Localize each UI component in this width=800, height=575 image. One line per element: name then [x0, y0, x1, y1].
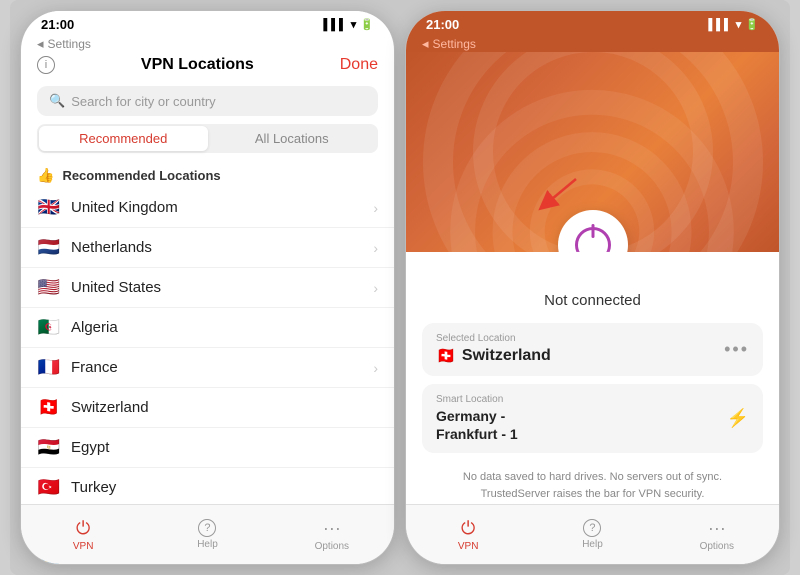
list-item[interactable]: 🇬🇧 United Kingdom ›: [21, 188, 394, 228]
right-back-label[interactable]: Settings: [433, 37, 476, 51]
thumb-icon: 👍: [37, 167, 54, 184]
flag-dz: 🇩🇿: [37, 317, 61, 338]
selected-location-label: Selected Location: [436, 333, 551, 344]
right-nav-vpn[interactable]: ⏻ VPN: [406, 518, 530, 552]
left-status-icons: ▌▌▌ ▾ 🔋: [323, 18, 374, 31]
right-options-nav-icon: ···: [708, 518, 726, 539]
right-nav-help-label: Help: [582, 539, 603, 550]
location-name-nl: Netherlands: [71, 239, 363, 256]
flag-ch: 🇨🇭: [37, 397, 61, 418]
right-nav-help[interactable]: ? Help: [530, 519, 654, 550]
nav-help-label: Help: [197, 539, 218, 550]
right-bottom-nav: ⏻ VPN ? Help ··· Options: [406, 504, 779, 564]
right-status-bar: 21:00 ▌▌▌ ▾ 🔋: [406, 11, 779, 34]
left-time: 21:00: [41, 17, 74, 32]
search-bar[interactable]: 🔍 Search for city or country: [37, 86, 378, 116]
top-background: [406, 52, 779, 252]
location-name-fr: France: [71, 359, 363, 376]
left-nav-title: VPN Locations: [141, 56, 254, 74]
selected-flag: 🇨🇭: [436, 346, 456, 366]
selected-location-card[interactable]: Selected Location 🇨🇭 Switzerland •••: [422, 323, 763, 376]
tab-all-locations[interactable]: All Locations: [208, 126, 377, 151]
flag-fr: 🇫🇷: [37, 357, 61, 378]
left-nav-done[interactable]: Done: [340, 56, 378, 74]
list-item[interactable]: 🇨🇭 Switzerland: [21, 388, 394, 428]
right-power-nav-icon: ⏻: [461, 518, 475, 539]
list-item[interactable]: 🇺🇸 United States ›: [21, 268, 394, 308]
nav-vpn-label: VPN: [73, 541, 94, 552]
location-name-us: United States: [71, 279, 363, 296]
power-nav-icon: ⏻: [76, 518, 90, 539]
list-item[interactable]: 🇩🇿 Algeria: [21, 308, 394, 348]
search-placeholder: Search for city or country: [71, 94, 216, 109]
left-info-icon[interactable]: i: [37, 56, 55, 74]
right-time: 21:00: [426, 17, 459, 32]
flag-tr: 🇹🇷: [37, 477, 61, 498]
left-nav-options[interactable]: ··· Options: [270, 518, 394, 552]
right-back-arrow: ◂: [422, 36, 429, 52]
flag-eg: 🇪🇬: [37, 437, 61, 458]
help-nav-icon: ?: [198, 519, 216, 537]
section-title: Recommended Locations: [62, 168, 220, 183]
list-item[interactable]: 🇹🇷 Turkey: [21, 468, 394, 508]
location-name-eg: Egypt: [71, 439, 378, 456]
flag-uk: 🇬🇧: [37, 197, 61, 218]
power-button[interactable]: [558, 210, 628, 252]
right-nav-options[interactable]: ··· Options: [655, 518, 779, 552]
chevron-us: ›: [373, 280, 378, 296]
left-phone: 21:00 ▌▌▌ ▾ 🔋 ◂ Settings i VPN Locations…: [20, 10, 395, 565]
options-nav-icon: ···: [323, 518, 341, 539]
power-icon: [575, 227, 611, 252]
list-item[interactable]: 🇫🇷 France ›: [21, 348, 394, 388]
flag-us: 🇺🇸: [37, 277, 61, 298]
selected-location-name: Switzerland: [462, 347, 551, 365]
connection-status: Not connected: [406, 292, 779, 309]
right-nav-vpn-label: VPN: [458, 541, 479, 552]
lightning-icon: ⚡: [727, 408, 749, 429]
location-name-ch: Switzerland: [71, 399, 378, 416]
security-text: No data saved to hard drives. No servers…: [422, 461, 763, 506]
list-item[interactable]: 🇪🇬 Egypt: [21, 428, 394, 468]
tab-recommended[interactable]: Recommended: [39, 126, 208, 151]
chevron-uk: ›: [373, 200, 378, 216]
location-name-tr: Turkey: [71, 479, 378, 496]
left-nav-vpn[interactable]: ⏻ VPN: [21, 518, 145, 552]
chevron-fr: ›: [373, 360, 378, 376]
left-back-arrow: ◂: [37, 36, 44, 52]
nav-options-label: Options: [315, 541, 349, 552]
more-options-button[interactable]: •••: [724, 339, 749, 360]
flag-nl: 🇳🇱: [37, 237, 61, 258]
smart-location-label: Smart Location: [436, 394, 518, 405]
location-name-uk: United Kingdom: [71, 199, 363, 216]
chevron-nl: ›: [373, 240, 378, 256]
right-nav-options-label: Options: [700, 541, 734, 552]
list-item[interactable]: 🇳🇱 Netherlands ›: [21, 228, 394, 268]
location-name-dz: Algeria: [71, 319, 378, 336]
search-icon: 🔍: [49, 93, 65, 109]
right-phone: 21:00 ▌▌▌ ▾ 🔋 ◂ Settings: [405, 10, 780, 565]
right-content: Selected Location 🇨🇭 Switzerland ••• Sma…: [406, 309, 779, 518]
left-back-label[interactable]: Settings: [48, 37, 91, 51]
right-help-nav-icon: ?: [583, 519, 601, 537]
left-nav-help[interactable]: ? Help: [145, 519, 269, 550]
tabs-container: Recommended All Locations: [37, 124, 378, 153]
left-status-bar: 21:00 ▌▌▌ ▾ 🔋: [21, 11, 394, 34]
left-bottom-nav: ⏻ VPN ? Help ··· Options: [21, 504, 394, 564]
smart-location-card[interactable]: Smart Location Germany -Frankfurt - 1 ⚡: [422, 384, 763, 453]
smart-location-name: Germany -Frankfurt - 1: [436, 407, 518, 443]
section-header: 👍 Recommended Locations: [21, 161, 394, 188]
left-nav-bar: i VPN Locations Done: [21, 52, 394, 82]
right-status-icons: ▌▌▌ ▾ 🔋: [708, 18, 759, 31]
